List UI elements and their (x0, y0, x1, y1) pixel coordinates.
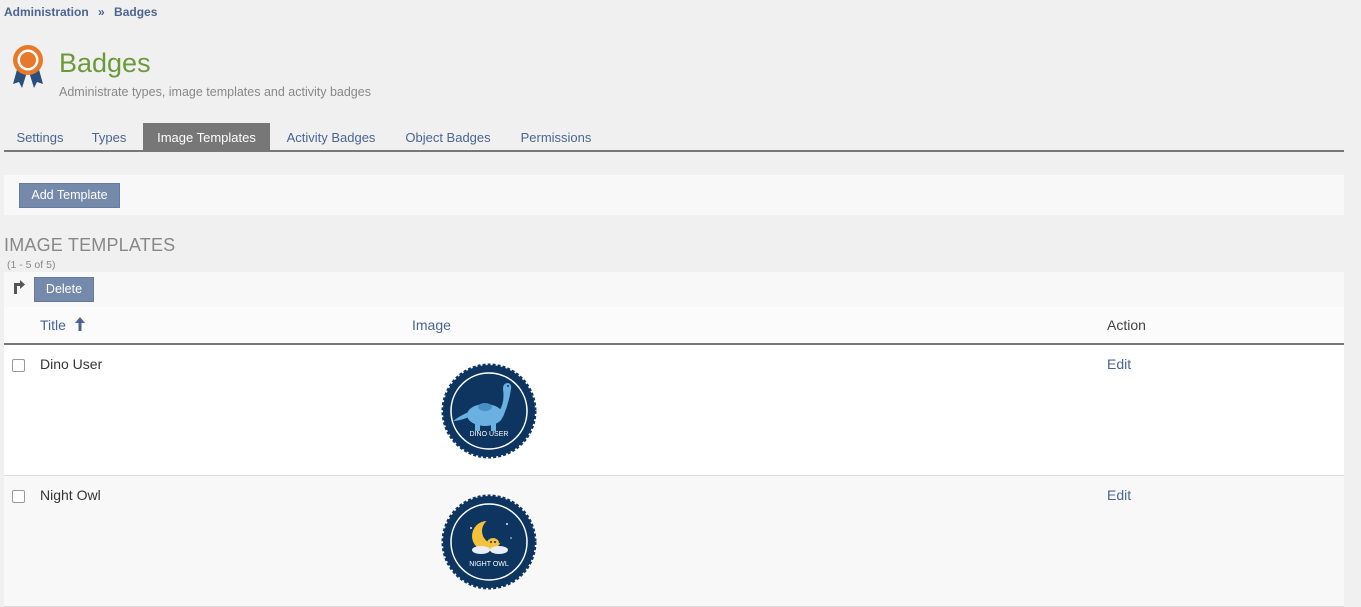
row-checkbox[interactable] (12, 359, 25, 372)
breadcrumb-administration[interactable]: Administration (4, 5, 89, 19)
delete-button[interactable]: Delete (34, 277, 94, 302)
table-row: Night Owl NIGHT OWL Edit (4, 476, 1344, 607)
row-checkbox[interactable] (12, 490, 25, 503)
tab-settings[interactable]: Settings (4, 123, 76, 150)
turn-right-arrow-icon (14, 280, 25, 294)
add-template-button[interactable]: Add Template (19, 183, 120, 208)
edit-link[interactable]: Edit (1107, 356, 1131, 372)
column-header-image: Image (412, 317, 451, 333)
breadcrumb: Administration » Badges (4, 5, 157, 19)
badge-text: NIGHT OWL (469, 561, 509, 568)
breadcrumb-separator: » (98, 5, 105, 19)
bulk-action-bar: Delete (4, 272, 1344, 307)
section-title: IMAGE TEMPLATES (4, 235, 176, 255)
row-title: Dino User (40, 356, 103, 372)
page-description: Administrate types, image templates and … (59, 85, 371, 99)
table-header: Title Image Action (4, 307, 1344, 345)
tab-types[interactable]: Types (80, 123, 138, 150)
column-header-title[interactable]: Title (40, 317, 85, 333)
toolbar: Add Template (4, 175, 1344, 215)
column-header-action: Action (1107, 317, 1146, 333)
sort-ascending-icon (74, 317, 85, 331)
result-count: (1 - 5 of 5) (7, 259, 56, 271)
templates-table: Title Image Action Dino User DINO USER E… (4, 307, 1344, 607)
badge-text: DINO USER (470, 431, 509, 438)
column-title-label: Title (40, 317, 66, 333)
tab-object-badges[interactable]: Object Badges (396, 123, 500, 150)
tab-permissions[interactable]: Permissions (511, 123, 601, 150)
table-row: Dino User DINO USER Edit (4, 345, 1344, 476)
breadcrumb-badges[interactable]: Badges (114, 5, 157, 19)
dinosaur-badge-icon: DINO USER (441, 363, 537, 459)
tab-activity-badges[interactable]: Activity Badges (276, 123, 386, 150)
moon-badge-icon: NIGHT OWL (441, 494, 537, 590)
edit-link[interactable]: Edit (1107, 487, 1131, 503)
award-ribbon-icon (13, 45, 43, 88)
row-title: Night Owl (40, 487, 101, 503)
tab-bar: Settings Types Image Templates Activity … (4, 123, 1344, 152)
tab-image-templates[interactable]: Image Templates (143, 123, 270, 150)
page-title: Badges (59, 48, 151, 78)
